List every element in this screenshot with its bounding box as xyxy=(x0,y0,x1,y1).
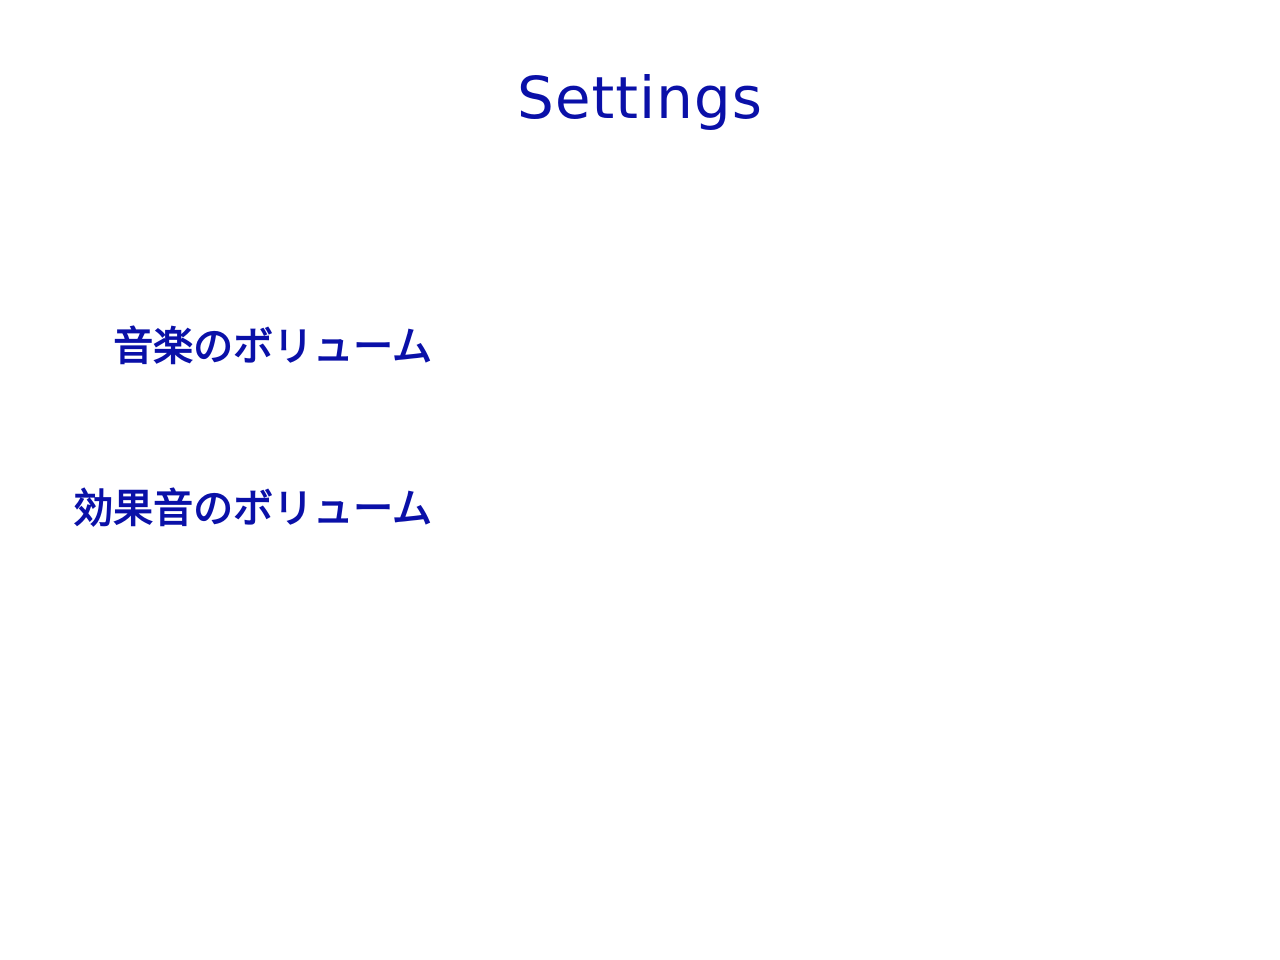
page-title: Settings xyxy=(517,64,763,132)
music-volume-label: 音楽のボリューム xyxy=(113,324,432,370)
sfx-volume-label: 効果音のボリューム xyxy=(73,486,432,532)
